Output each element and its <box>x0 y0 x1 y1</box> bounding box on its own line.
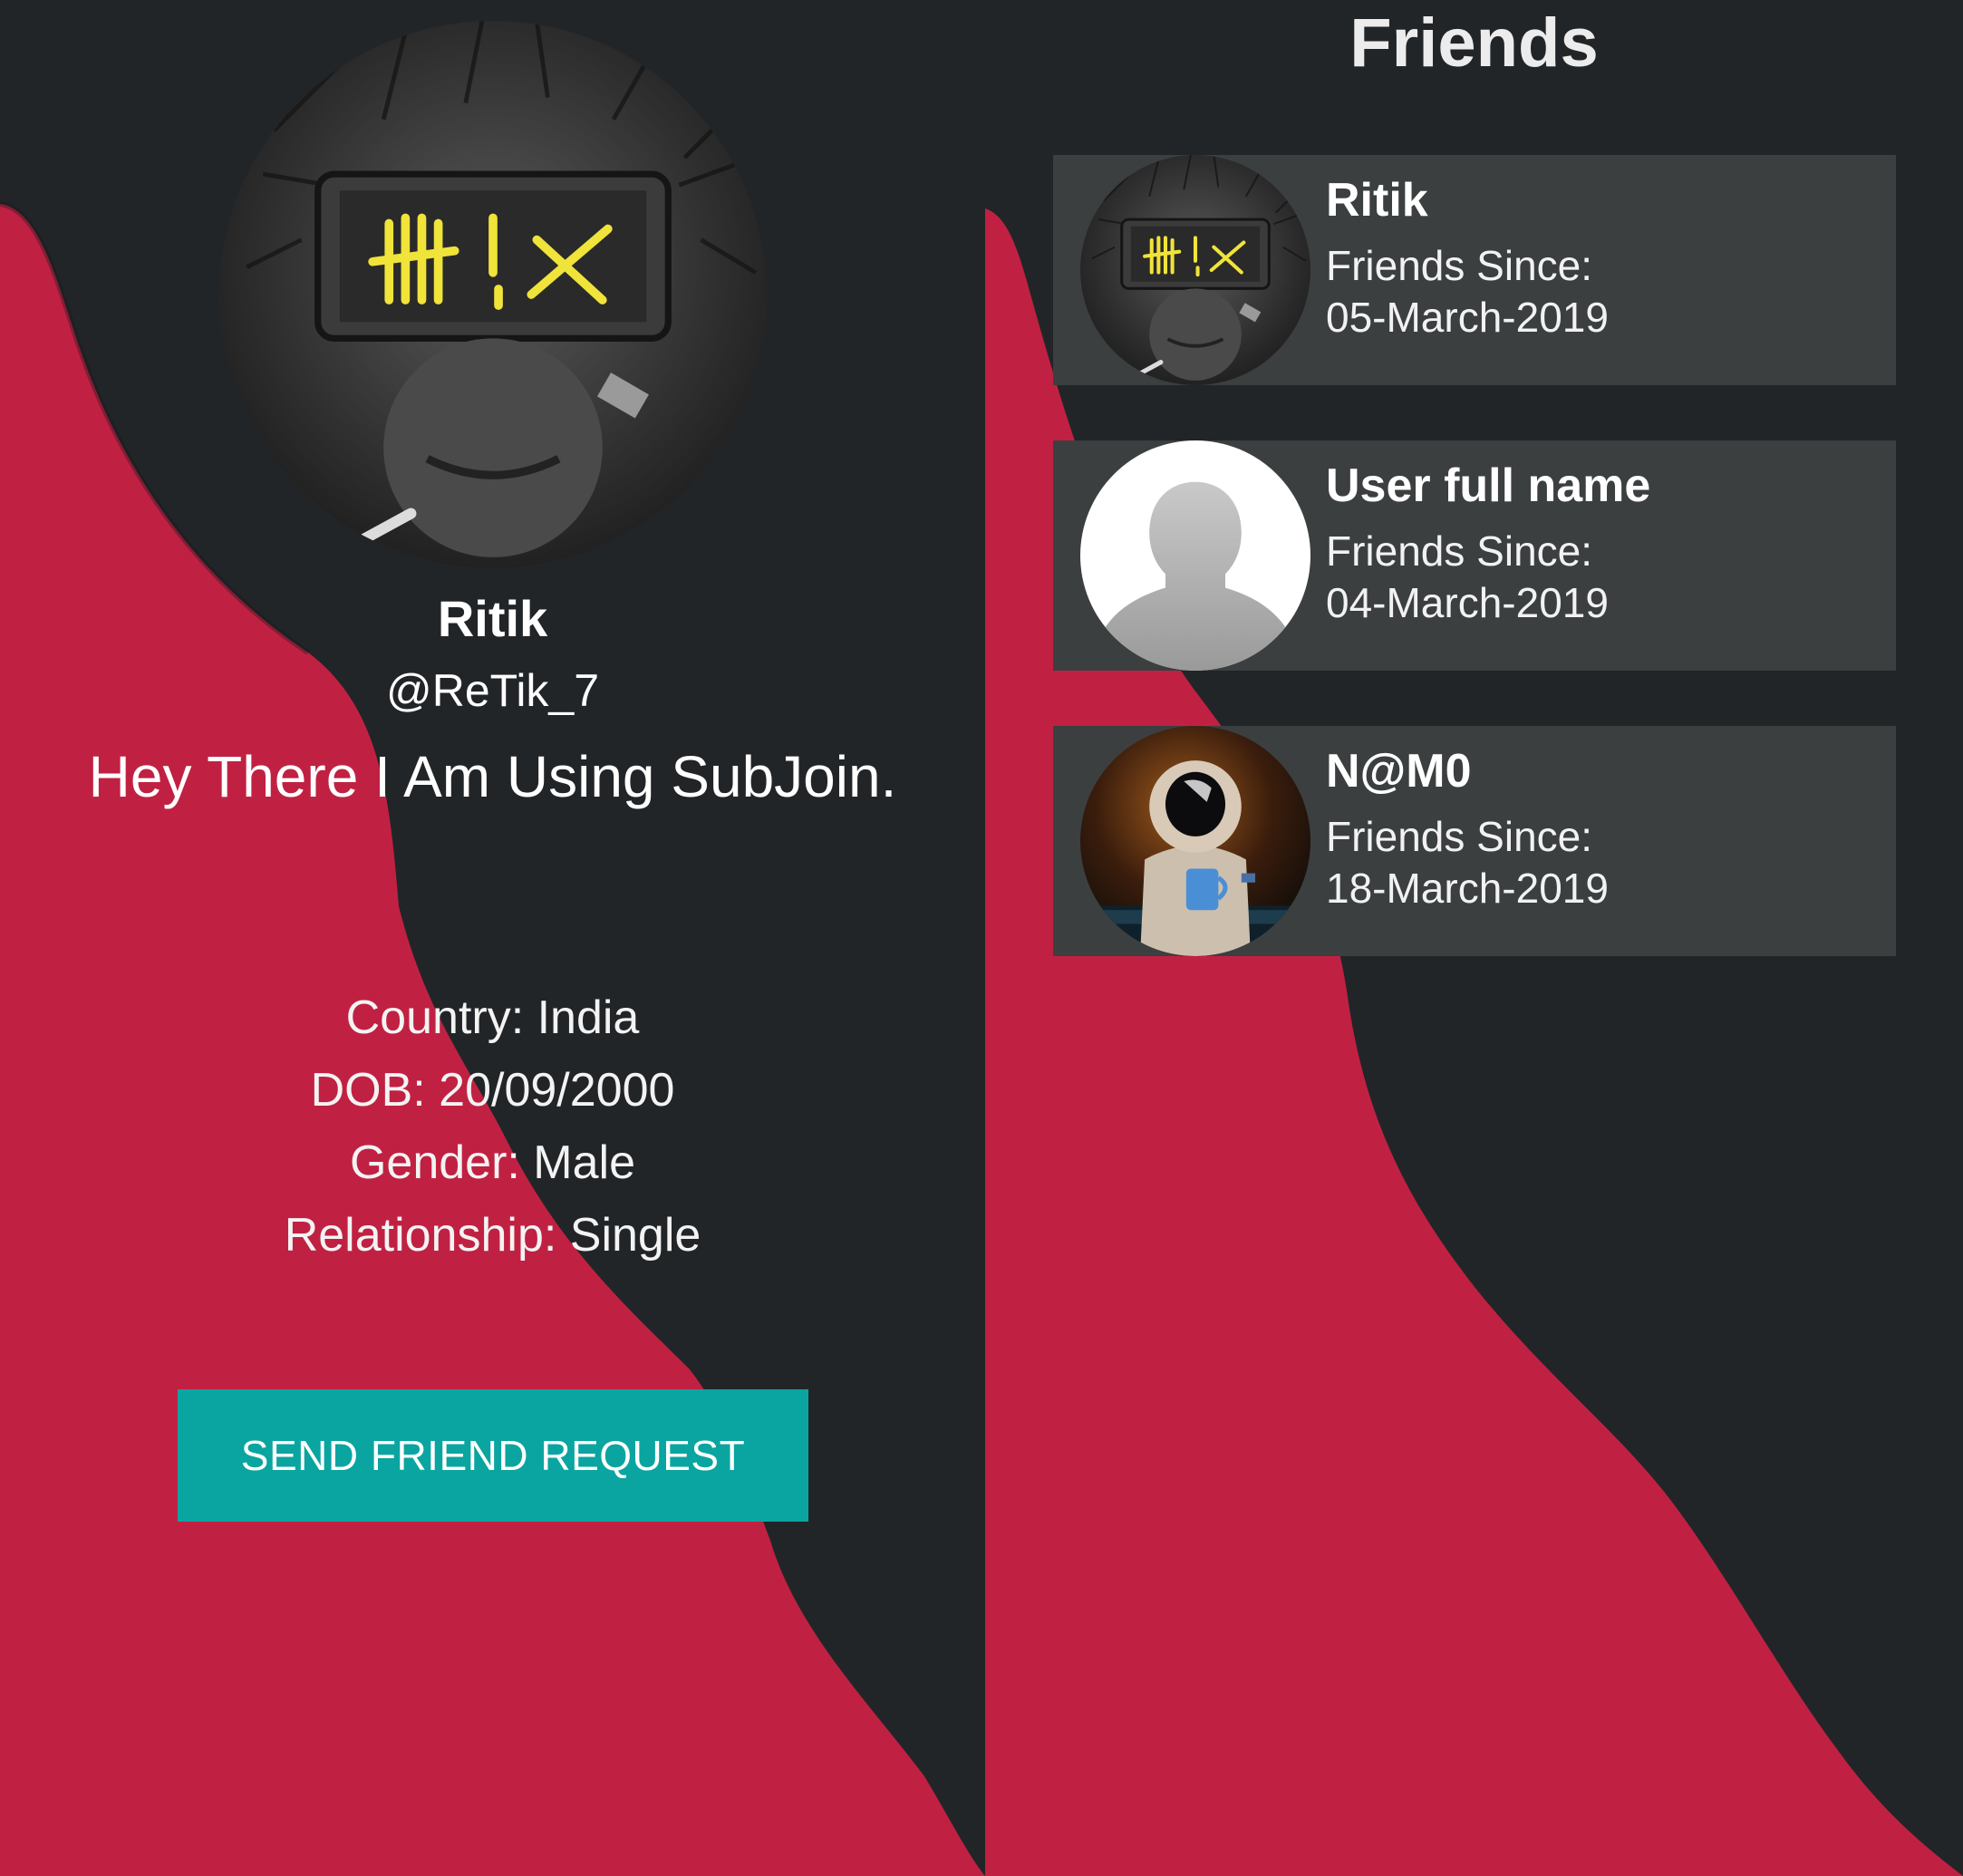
profile-screen: Ritik @ReTik_7 Hey There I Am Using SubJ… <box>0 0 985 1876</box>
profile-relationship: Relationship: Single <box>284 1209 701 1262</box>
friend-name: N@M0 <box>1326 745 1472 798</box>
cyberpunk-avatar-icon <box>219 21 767 568</box>
friend-name: Ritik <box>1326 174 1428 227</box>
friend-avatar <box>1080 155 1310 385</box>
profile-country: Country: India <box>345 991 640 1044</box>
friend-since-label: Friends Since: <box>1326 242 1593 289</box>
profile-username: @ReTik_7 <box>385 665 600 716</box>
friend-avatar <box>1080 726 1310 956</box>
friend-card-namo[interactable]: N@M0 Friends Since: 18-March-2019 <box>1053 726 1896 956</box>
friend-since-date: 05-March-2019 <box>1326 294 1609 341</box>
friends-screen: Friends Ritik Friends Since: 05-March-20… <box>985 0 1963 1876</box>
friend-card-user-full-name[interactable]: User full name Friends Since: 04-March-2… <box>1053 440 1896 671</box>
friends-title: Friends <box>1349 5 1599 82</box>
friend-since-date: 04-March-2019 <box>1326 579 1609 626</box>
friend-card-ritik[interactable]: Ritik Friends Since: 05-March-2019 <box>1053 155 1896 385</box>
astronaut-avatar-icon <box>1080 726 1310 956</box>
default-user-silhouette-icon <box>1080 440 1310 671</box>
friend-name: User full name <box>1326 459 1651 512</box>
friend-since-label: Friends Since: <box>1326 813 1593 860</box>
profile-dob: DOB: 20/09/2000 <box>310 1064 675 1117</box>
cyberpunk-avatar-icon <box>1080 155 1310 385</box>
profile-status: Hey There I Am Using SubJoin. <box>88 744 897 809</box>
friend-avatar <box>1080 440 1310 671</box>
profile-avatar[interactable] <box>219 21 767 568</box>
send-friend-request-button[interactable]: SEND FRIEND REQUEST <box>178 1389 808 1522</box>
friend-since-date: 18-March-2019 <box>1326 865 1609 912</box>
profile-name: Ritik <box>437 590 548 647</box>
friend-since-label: Friends Since: <box>1326 527 1593 575</box>
profile-gender: Gender: Male <box>349 1136 636 1189</box>
